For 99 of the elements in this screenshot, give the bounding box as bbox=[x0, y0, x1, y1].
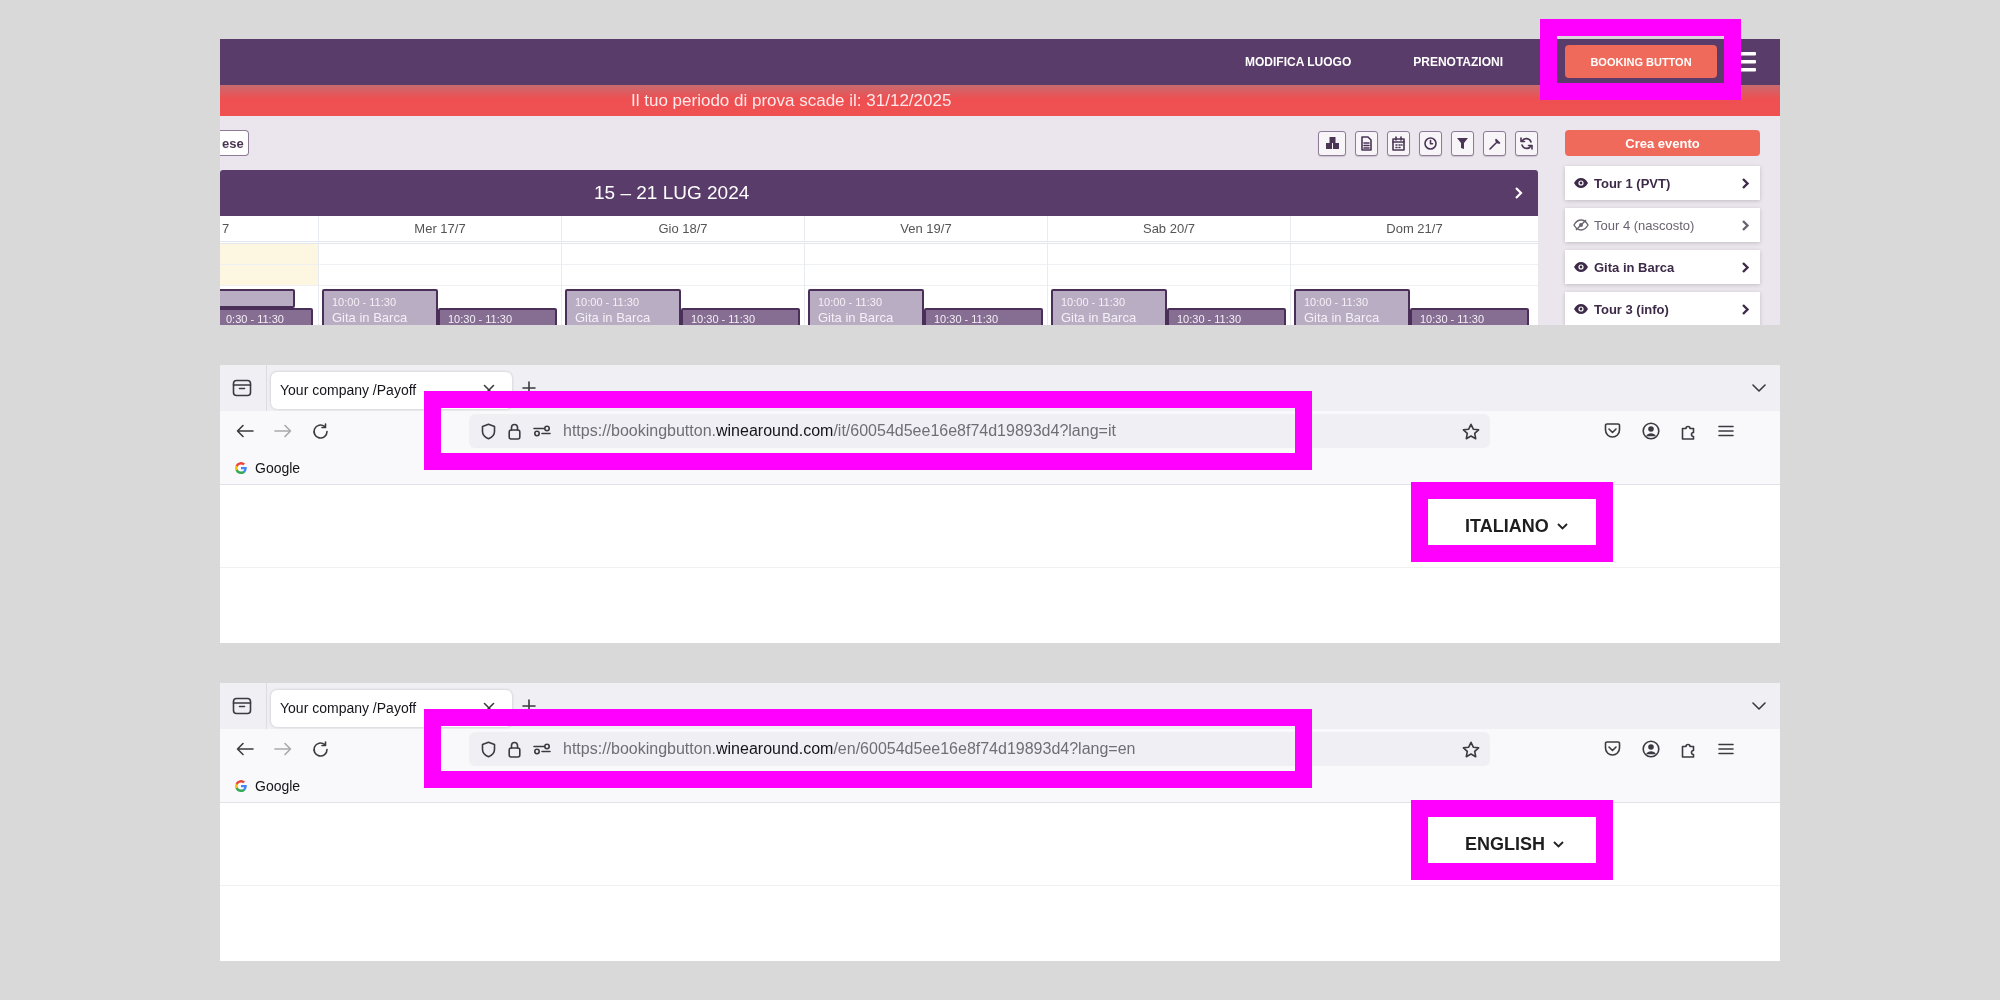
google-icon bbox=[234, 778, 248, 793]
event-card[interactable]: 10:30 - 11:30 bbox=[1410, 308, 1529, 325]
account-icon[interactable] bbox=[1642, 740, 1660, 758]
eye-slash-icon bbox=[1573, 219, 1589, 231]
tour-item[interactable]: Gita in Barca bbox=[1565, 250, 1760, 284]
event-card[interactable]: 10:30 - 11:30 bbox=[924, 308, 1043, 325]
calendar-icon bbox=[1391, 135, 1406, 151]
day-header: Gio 18/7 bbox=[562, 216, 804, 244]
tour-item[interactable]: Tour 1 (PVT) bbox=[1565, 166, 1760, 200]
toolbar-button[interactable] bbox=[1483, 130, 1506, 156]
nav-link[interactable]: MODIFICA LUOGO bbox=[1245, 55, 1352, 69]
event-title: Gita in Barca bbox=[1304, 310, 1380, 325]
day-header: Mer 17/7 bbox=[319, 216, 561, 244]
pocket-icon[interactable] bbox=[1604, 423, 1621, 439]
chevron-down-icon bbox=[1553, 840, 1564, 848]
event-card[interactable]: 10:30 - 11:30 bbox=[438, 308, 557, 325]
day-header: Sab 20/7 bbox=[1048, 216, 1290, 244]
tray-icon[interactable] bbox=[232, 697, 252, 715]
toolbar-button[interactable] bbox=[1451, 130, 1474, 156]
tour-name: Tour 4 (nascosto) bbox=[1594, 217, 1696, 233]
document-icon bbox=[1359, 135, 1374, 151]
tray-icon[interactable] bbox=[232, 379, 252, 397]
day-header: Dom 21/7 bbox=[1291, 216, 1538, 244]
event-card[interactable]: 0:30 - 11:30 bbox=[220, 308, 313, 325]
sliders-icon[interactable] bbox=[533, 743, 551, 755]
shield-icon[interactable] bbox=[481, 740, 496, 758]
refresh-icon bbox=[1519, 135, 1534, 151]
shield-icon[interactable] bbox=[481, 422, 496, 440]
event-time: 10:00 - 11:30 bbox=[1304, 296, 1368, 308]
bookmark-link[interactable]: Google bbox=[234, 459, 301, 476]
boxes-icon bbox=[1324, 135, 1340, 151]
event-block[interactable] bbox=[220, 289, 295, 308]
event-title: Gita in Barca bbox=[818, 310, 894, 325]
event-time: 10:00 - 11:30 bbox=[1061, 296, 1125, 308]
lock-icon[interactable] bbox=[508, 422, 521, 440]
toolbar-button[interactable] bbox=[1515, 130, 1538, 156]
week-title: 15 – 21 LUG 2024 bbox=[594, 182, 750, 204]
chevron-right-icon bbox=[1741, 260, 1750, 274]
tour-name: Tour 1 (PVT) bbox=[1594, 175, 1672, 191]
reload-icon[interactable] bbox=[312, 422, 329, 440]
filter-icon bbox=[1455, 135, 1470, 151]
event-title: Gita in Barca bbox=[332, 310, 408, 325]
event-time: 10:00 - 11:30 bbox=[818, 296, 882, 308]
back-arrow-icon[interactable] bbox=[236, 742, 254, 756]
toolbar-button[interactable] bbox=[1318, 130, 1346, 156]
day-header: Ven 19/7 bbox=[805, 216, 1047, 244]
event-card[interactable]: 10:30 - 11:30 bbox=[681, 308, 800, 325]
clock-icon bbox=[1423, 135, 1438, 151]
view-button[interactable]: ese bbox=[220, 130, 249, 156]
eye-icon bbox=[1573, 303, 1589, 315]
language-dropdown[interactable]: ENGLISH bbox=[1465, 833, 1564, 855]
menu-icon[interactable] bbox=[1718, 743, 1734, 755]
tour-name: Gita in Barca bbox=[1594, 259, 1676, 275]
nav-link[interactable]: PRENOTAZIONI bbox=[1413, 55, 1503, 69]
event-time: 10:00 - 11:30 bbox=[575, 296, 639, 308]
lock-icon[interactable] bbox=[508, 740, 521, 758]
reload-icon[interactable] bbox=[312, 740, 329, 758]
toolbar-button[interactable] bbox=[1419, 130, 1442, 156]
eye-icon bbox=[1573, 177, 1589, 189]
chevron-down-icon bbox=[1556, 522, 1568, 530]
address-bar[interactable]: https://bookingbutton.winearound.com/en/60054d5ee16e8f74d19893d4?lang=en bbox=[469, 732, 1490, 766]
event-time: 10:30 - 11:30 bbox=[934, 313, 998, 325]
pocket-icon[interactable] bbox=[1604, 741, 1621, 757]
menu-icon[interactable] bbox=[1718, 425, 1734, 437]
event-time: 10:30 - 11:30 bbox=[1177, 313, 1241, 325]
chevron-right-icon bbox=[1741, 302, 1750, 316]
tour-item[interactable]: Tour 3 (info) bbox=[1565, 292, 1760, 325]
google-icon bbox=[234, 460, 248, 475]
event-title: Gita in Barca bbox=[1061, 310, 1137, 325]
event-time: 0:30 - 11:30 bbox=[226, 313, 284, 325]
trial-notice: Il tuo periodo di prova scade il: 31/12/2025 bbox=[631, 90, 952, 111]
event-time: 10:30 - 11:30 bbox=[691, 313, 755, 325]
event-title: Gita in Barca bbox=[575, 310, 651, 325]
chevron-right-icon bbox=[1741, 218, 1750, 232]
toolbar-button[interactable] bbox=[1355, 130, 1378, 156]
tab-title: Your company /Payoff bbox=[280, 382, 417, 398]
url-text: https://bookingbutton.winearound.com/en/60054d5ee16e8f74d19893d4?lang=en bbox=[563, 740, 1136, 758]
chevron-down-icon[interactable] bbox=[1752, 384, 1766, 392]
back-arrow-icon[interactable] bbox=[236, 424, 254, 438]
address-bar[interactable]: https://bookingbutton.winearound.com/it/60054d5ee16e8f74d19893d4?lang=it bbox=[469, 414, 1490, 448]
event-time: 10:30 - 11:30 bbox=[1420, 313, 1484, 325]
tour-name: Tour 3 (info) bbox=[1594, 301, 1670, 317]
star-icon[interactable] bbox=[1462, 740, 1480, 758]
bookmark-link[interactable]: Google bbox=[234, 777, 301, 794]
event-card[interactable]: 10:30 - 11:30 bbox=[1167, 308, 1286, 325]
sliders-icon[interactable] bbox=[533, 425, 551, 437]
chevron-down-icon[interactable] bbox=[1752, 702, 1766, 710]
star-icon[interactable] bbox=[1462, 422, 1480, 440]
chevron-right-icon bbox=[1741, 176, 1750, 190]
tour-item[interactable]: Tour 4 (nascosto) bbox=[1565, 208, 1760, 242]
account-icon[interactable] bbox=[1642, 422, 1660, 440]
toolbar-button[interactable] bbox=[1387, 130, 1410, 156]
event-time: 10:30 - 11:30 bbox=[448, 313, 512, 325]
event-time: 10:00 - 11:30 bbox=[332, 296, 396, 308]
eye-icon bbox=[1573, 261, 1589, 273]
chevron-right-icon[interactable] bbox=[1514, 186, 1524, 200]
tab-title: Your company /Payoff bbox=[280, 700, 417, 716]
url-text: https://bookingbutton.winearound.com/it/60054d5ee16e8f74d19893d4?lang=it bbox=[563, 422, 1116, 440]
language-dropdown[interactable]: ITALIANO bbox=[1465, 515, 1568, 537]
